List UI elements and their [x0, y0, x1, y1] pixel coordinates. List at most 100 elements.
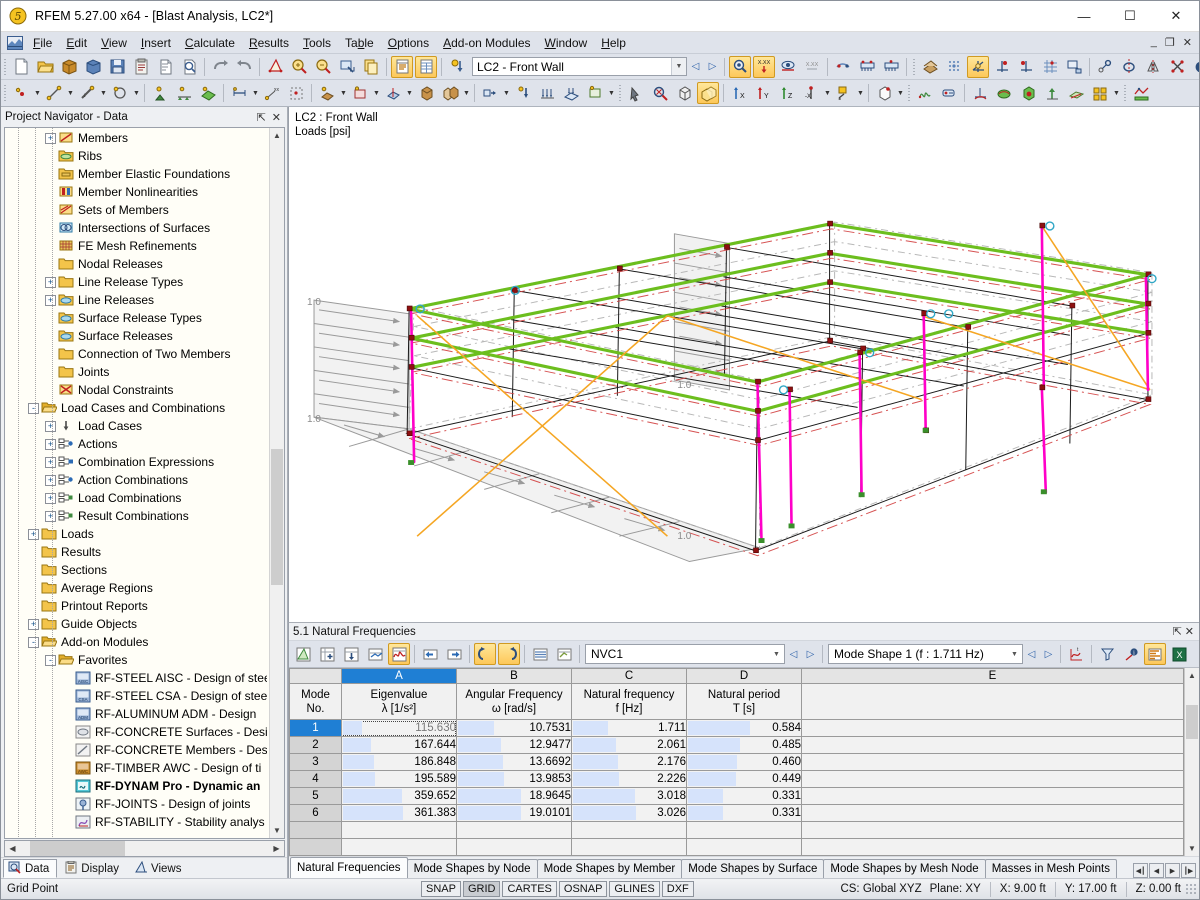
toolbar-grip[interactable]	[1123, 83, 1128, 103]
view-dropdown-arrow-icon[interactable]: ▼	[823, 82, 832, 104]
expand-icon[interactable]: +	[45, 420, 56, 432]
cell-period[interactable]: 0.331	[686, 804, 802, 822]
show-support-icon[interactable]	[729, 55, 751, 78]
load-case-prev-button[interactable]: ◁	[687, 57, 704, 77]
block-dropdown-arrow-icon[interactable]: ▼	[462, 82, 471, 104]
scroll-track-h[interactable]	[20, 841, 269, 856]
cell-period[interactable]: 0.485	[686, 736, 802, 754]
expand-icon[interactable]: +	[28, 528, 39, 540]
scroll-track[interactable]	[1185, 683, 1199, 841]
support-node-icon[interactable]	[149, 82, 171, 104]
table-import-icon[interactable]	[340, 643, 362, 665]
cutting-plane-dropdown-arrow-icon[interactable]: ▼	[405, 82, 414, 104]
row-number-cell[interactable]: 4	[289, 770, 342, 788]
cell-angular[interactable]: 13.6692	[456, 753, 572, 771]
menu-addon-modules[interactable]: Add-on Modules	[436, 34, 537, 52]
copy-block-icon[interactable]	[439, 82, 461, 104]
zoom-all-icon[interactable]	[649, 82, 671, 104]
render-model-icon[interactable]	[264, 56, 286, 78]
tree-item-surface-releases[interactable]: Surface Releases	[5, 327, 269, 345]
table-filter-icon[interactable]	[292, 643, 314, 665]
node-icon[interactable]	[10, 82, 32, 104]
cell-angular[interactable]: 13.9853	[456, 770, 572, 788]
mirror-icon[interactable]	[1142, 56, 1164, 78]
tree-item-action-combinations[interactable]: + Action Combinations	[5, 471, 269, 489]
cell-frequency[interactable]: 3.026	[571, 804, 687, 822]
zoom-out-icon[interactable]	[312, 56, 334, 78]
tree-item-favorites[interactable]: - Favorites	[5, 651, 269, 669]
cell-empty[interactable]	[456, 821, 572, 839]
dimension-dropdown-arrow-icon[interactable]: ▼	[251, 82, 260, 104]
menu-tools[interactable]: Tools	[296, 34, 338, 52]
results-tab-natural-frequencies[interactable]: Natural Frequencies	[290, 857, 408, 878]
render-mode-icon[interactable]	[833, 82, 855, 104]
table-row[interactable]: 1 115.630 10.7531 1.711 0.584	[289, 719, 1184, 737]
table-row-empty[interactable]	[289, 821, 1184, 839]
table-row-empty[interactable]	[289, 838, 1184, 856]
view-box-icon[interactable]	[673, 82, 695, 104]
table-grid-icon[interactable]	[415, 55, 437, 78]
menu-options[interactable]: Options	[381, 34, 436, 52]
line-load-icon[interactable]	[536, 82, 558, 104]
expand-icon[interactable]: +	[45, 132, 56, 144]
table-color-icon[interactable]	[1144, 643, 1166, 665]
support-view-2-icon[interactable]	[880, 56, 902, 78]
node-snap-icon[interactable]	[1094, 56, 1116, 78]
menu-file[interactable]: File	[26, 34, 59, 52]
select-special-icon[interactable]	[625, 82, 647, 104]
cell-empty[interactable]	[341, 821, 457, 839]
tree-item-combination-expressions[interactable]: + Combination Expressions	[5, 453, 269, 471]
tree-item-intersections-of-surfaces[interactable]: Intersections of Surfaces	[5, 219, 269, 237]
scroll-up-icon[interactable]: ▲	[270, 128, 284, 143]
axis-x-icon[interactable]	[991, 56, 1013, 78]
results-table-icon[interactable]	[938, 82, 960, 104]
tree-item-member-elastic-foundations[interactable]: Member Elastic Foundations	[5, 165, 269, 183]
menu-insert[interactable]: Insert	[134, 34, 178, 52]
table-print-icon[interactable]	[553, 643, 575, 665]
tree-item-members[interactable]: + Members	[5, 129, 269, 147]
row-number-cell[interactable]: 1	[289, 719, 342, 737]
view-3d-icon[interactable]	[697, 82, 719, 104]
solid-result-icon[interactable]	[1017, 82, 1039, 104]
expand-icon[interactable]: +	[45, 276, 56, 288]
cell-empty[interactable]	[341, 838, 457, 856]
mdi-close-button[interactable]: ✕	[1180, 36, 1195, 49]
show-loads-icon[interactable]: X.XX	[753, 55, 775, 78]
opening-icon[interactable]	[109, 82, 131, 104]
tree-item-ribs[interactable]: Ribs	[5, 147, 269, 165]
dimension-icon[interactable]	[228, 82, 250, 104]
redo-icon[interactable]	[233, 56, 255, 78]
grid-vertical-scrollbar[interactable]: ▲ ▼	[1184, 668, 1199, 856]
menu-edit[interactable]: Edit	[59, 34, 94, 52]
results-tab-mode-shapes-by-node[interactable]: Mode Shapes by Node	[406, 859, 538, 878]
cell-period[interactable]: 0.584	[686, 719, 802, 737]
collapse-icon[interactable]: -	[28, 402, 39, 414]
cell-empty[interactable]	[571, 821, 687, 839]
row-number-cell[interactable]: 6	[289, 804, 342, 822]
mesh-grid-icon[interactable]	[1039, 56, 1061, 78]
view-y-icon[interactable]: Y	[752, 82, 774, 104]
row-number-cell[interactable]: 5	[289, 787, 342, 805]
cell-frequency[interactable]: 2.226	[571, 770, 687, 788]
tree-item-result-combinations[interactable]: + Result Combinations	[5, 507, 269, 525]
menu-window[interactable]: Window	[538, 34, 595, 52]
tree-item-add-on-modules[interactable]: - Add-on Modules	[5, 633, 269, 651]
tree-item-member-nonlinearities[interactable]: Member Nonlinearities	[5, 183, 269, 201]
tree-item-load-cases-and-combinations[interactable]: - Load Cases and Combinations	[5, 399, 269, 417]
line-dropdown-arrow-icon[interactable]: ▼	[66, 82, 75, 104]
collapse-icon[interactable]: -	[45, 654, 56, 666]
table-chart-icon[interactable]	[388, 643, 410, 665]
cell-empty[interactable]	[289, 838, 342, 856]
print-view-icon[interactable]	[1063, 56, 1085, 78]
table-display-icon[interactable]	[391, 55, 413, 78]
opening-dropdown-arrow-icon[interactable]: ▼	[132, 82, 141, 104]
table-view-icon[interactable]	[529, 643, 551, 665]
open-project-icon[interactable]	[58, 56, 80, 78]
axis-y-icon[interactable]	[1015, 56, 1037, 78]
scroll-right-icon[interactable]: ▶	[269, 841, 284, 856]
tree-item-fe-mesh-refinements[interactable]: FE Mesh Refinements	[5, 237, 269, 255]
tree-item-rf-steel-csa-design-of-steel[interactable]: CSA RF-STEEL CSA - Design of steel	[5, 687, 269, 705]
show-values-icon[interactable]: X.XX	[801, 56, 823, 78]
cell-empty[interactable]	[801, 804, 1184, 822]
cell-angular[interactable]: 10.7531	[456, 719, 572, 737]
